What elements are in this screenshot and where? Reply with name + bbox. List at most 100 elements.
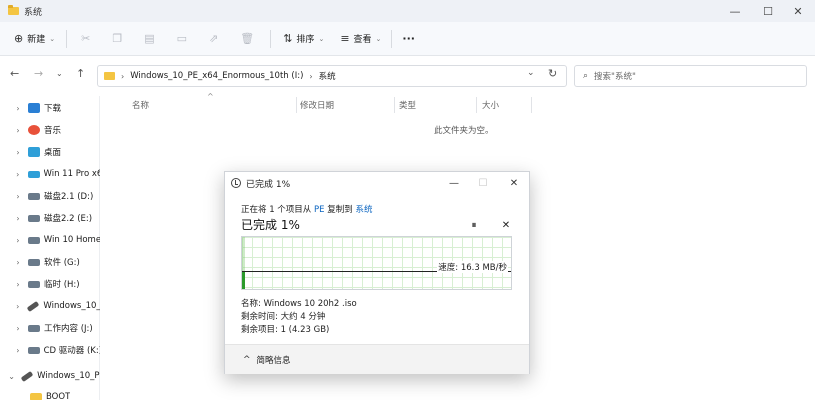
close-button[interactable]: ✕ xyxy=(781,0,815,22)
chevron-right-icon[interactable]: › xyxy=(12,192,24,201)
sidebar-item-label: BOOT xyxy=(46,392,71,400)
folder-icon xyxy=(30,393,42,400)
paste-icon: ▤ xyxy=(144,32,155,45)
status-prefix: 正在将 1 个项目从 xyxy=(241,205,312,215)
column-header-name[interactable]: 名称 xyxy=(132,97,149,113)
back-icon[interactable]: ← xyxy=(10,67,19,80)
more-options-button[interactable]: ··· xyxy=(402,27,415,51)
rename-button[interactable]: ▭ xyxy=(177,27,187,51)
sidebar-item-usb[interactable]: ⌄ Windows_10_PE xyxy=(0,366,100,386)
download-icon xyxy=(28,103,40,113)
sidebar-item-label: Windows_10_I xyxy=(43,301,100,311)
column-divider[interactable] xyxy=(296,97,297,113)
sidebar-item-music[interactable]: › 音乐 xyxy=(0,120,100,140)
dialog-minimize-button[interactable]: — xyxy=(441,172,467,194)
column-divider[interactable] xyxy=(394,97,395,113)
search-placeholder: 搜索"系统" xyxy=(594,72,636,82)
divider xyxy=(66,29,68,48)
sidebar-item-cd-drive[interactable]: › CD 驱动器 (K:) xyxy=(0,340,100,360)
maximize-button[interactable]: ☐ xyxy=(751,0,785,22)
sort-ascending-icon: ^ xyxy=(207,92,214,101)
column-header-size[interactable]: 大小 xyxy=(482,97,499,113)
folder-icon xyxy=(8,5,19,15)
chevron-right-icon[interactable]: › xyxy=(12,126,24,135)
chevron-down-icon[interactable]: ⌄ xyxy=(527,68,535,78)
title-bar: 系统 xyxy=(0,0,815,22)
share-icon: ⇗ xyxy=(209,32,219,45)
chevron-right-icon: › xyxy=(121,71,125,81)
sidebar-item-usb[interactable]: › Windows_10_I xyxy=(0,296,100,316)
sort-button[interactable]: ⇅ 排序 ⌄ xyxy=(283,27,324,51)
column-header-type[interactable]: 类型 xyxy=(399,97,416,113)
chevron-right-icon[interactable]: › xyxy=(12,148,24,157)
sidebar-item-drive[interactable]: › 临时 (H:) xyxy=(0,274,100,294)
items-left-line: 剩余项目: 1 (4.23 GB) xyxy=(241,325,330,335)
column-header-modified[interactable]: 修改日期 xyxy=(300,97,334,113)
chevron-right-icon[interactable]: › xyxy=(12,214,24,223)
column-divider[interactable] xyxy=(531,97,532,113)
sidebar-item-label: 磁盘2.1 (D:) xyxy=(44,192,94,202)
sidebar-item-drive[interactable]: › 磁盘2.1 (D:) xyxy=(0,186,100,206)
sidebar-item-label: 下载 xyxy=(44,104,62,114)
column-divider[interactable] xyxy=(476,97,477,113)
fewer-details-toggle[interactable]: ^ 简略信息 xyxy=(225,344,529,374)
chevron-right-icon[interactable]: › xyxy=(12,236,24,245)
chevron-right-icon[interactable]: › xyxy=(12,280,24,289)
sidebar-item-drive[interactable]: › 工作内容 (J:) xyxy=(0,318,100,338)
usb-drive-icon xyxy=(27,300,40,312)
delete-button[interactable]: 🗑 xyxy=(240,27,254,51)
forward-icon[interactable]: → xyxy=(34,67,43,80)
sidebar-item-folder[interactable]: BOOT xyxy=(0,387,100,400)
speed-bar xyxy=(242,272,245,289)
search-icon: ⌕ xyxy=(583,71,589,81)
copy-button[interactable]: ❐ xyxy=(112,27,122,51)
sidebar-item-label: 磁盘2.2 (E:) xyxy=(44,214,93,224)
view-button[interactable]: ≡ 查看 ⌄ xyxy=(340,27,381,51)
sidebar-item-drive[interactable]: › Win 11 Pro x6 xyxy=(0,164,100,184)
chevron-right-icon[interactable]: › xyxy=(12,346,24,355)
minimize-button[interactable]: — xyxy=(718,0,752,22)
chevron-right-icon[interactable]: › xyxy=(12,104,24,113)
progress-text: 已完成 1% xyxy=(241,218,300,232)
dialog-close-button[interactable]: ✕ xyxy=(501,172,527,194)
pause-button[interactable]: ⏸ xyxy=(467,218,481,232)
sidebar-item-desktop[interactable]: › 桌面 xyxy=(0,142,100,162)
up-icon[interactable]: ↑ xyxy=(76,67,85,80)
chevron-right-icon[interactable]: › xyxy=(12,258,24,267)
sidebar-item-label: 临时 (H:) xyxy=(44,280,80,290)
paste-button[interactable]: ▤ xyxy=(144,27,154,51)
sidebar-item-drive[interactable]: › 磁盘2.2 (E:) xyxy=(0,208,100,228)
share-button[interactable]: ⇗ xyxy=(209,27,218,51)
transfer-speed-graph: 速度: 16.3 MB/秒 xyxy=(241,236,512,290)
empty-folder-message: 此文件夹为空。 xyxy=(434,126,494,136)
close-icon: ✕ xyxy=(501,219,511,231)
chevron-down-icon[interactable]: ⌄ xyxy=(56,69,63,78)
file-name-line: 名称: Windows 10 20h2 .iso xyxy=(241,299,357,309)
breadcrumb-folder[interactable]: 系统 xyxy=(319,70,336,82)
sidebar-item-drive[interactable]: › 软件 (G:) xyxy=(0,252,100,272)
address-bar[interactable]: › Windows_10_PE_x64_Enormous_10th (I:) ›… xyxy=(97,65,567,87)
sidebar-item-label: 音乐 xyxy=(44,126,62,136)
sidebar-item-downloads[interactable]: › 下载 xyxy=(0,98,100,118)
cd-drive-icon xyxy=(27,346,40,354)
source-link[interactable]: PE xyxy=(314,205,325,215)
chevron-right-icon[interactable]: › xyxy=(12,302,23,311)
chevron-right-icon[interactable]: › xyxy=(12,170,24,179)
chevron-right-icon[interactable]: › xyxy=(12,324,24,333)
stop-button[interactable]: ✕ xyxy=(499,218,513,232)
time-left-line: 剩余时间: 大约 4 分钟 xyxy=(241,312,326,322)
new-button[interactable]: ⊕ 新建 ⌄ xyxy=(14,27,55,51)
destination-link[interactable]: 系统 xyxy=(355,205,372,215)
cut-button[interactable]: ✂ xyxy=(81,27,90,51)
refresh-icon[interactable]: ↻ xyxy=(548,67,557,80)
chevron-down-icon: ⌄ xyxy=(49,34,56,43)
sidebar-item-drive[interactable]: › Win 10 Home xyxy=(0,230,100,250)
chevron-down-icon[interactable]: ⌄ xyxy=(6,372,17,381)
breadcrumb-drive[interactable]: Windows_10_PE_x64_Enormous_10th (I:) xyxy=(130,71,303,81)
search-input[interactable]: ⌕ 搜索"系统" xyxy=(574,65,807,87)
divider xyxy=(270,29,272,48)
chevron-down-icon: ⌄ xyxy=(375,34,382,43)
drive-icon xyxy=(28,280,40,288)
speed-label: 速度: 16.3 MB/秒 xyxy=(437,261,508,273)
scissors-icon: ✂ xyxy=(81,32,91,45)
